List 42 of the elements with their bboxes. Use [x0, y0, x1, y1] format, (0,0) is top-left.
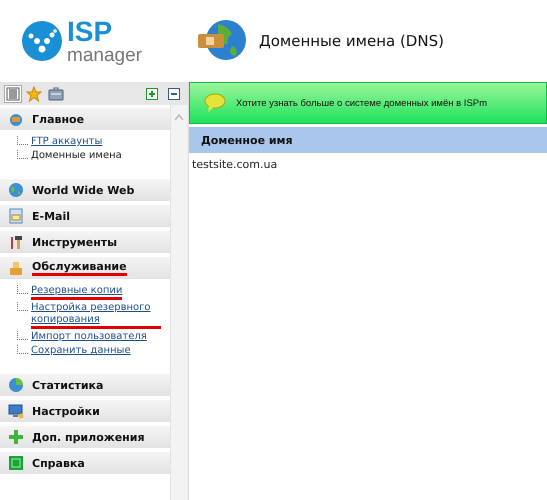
globe-icon [8, 182, 24, 198]
sidebar-section-header[interactable]: Инструменты [0, 231, 170, 254]
list-tab[interactable] [4, 84, 22, 102]
sidebar-section-header[interactable]: Доп. приложения [0, 426, 170, 449]
mail-icon [8, 208, 24, 224]
sidebar-link[interactable]: Резервные копии [31, 285, 122, 300]
sidebar-link[interactable]: Импорт пользователя [31, 331, 147, 343]
sidebar-link[interactable]: FTP аккаунты [31, 136, 102, 148]
sidebar-section-header[interactable]: Справка [0, 452, 170, 475]
boxes-icon [8, 260, 24, 276]
sidebar-section-header[interactable]: Настройки [0, 400, 170, 423]
section-title: Инструменты [32, 236, 118, 248]
logo-icon [22, 21, 62, 61]
section-title: Настройки [32, 404, 100, 418]
monitor-icon [8, 403, 24, 419]
speech-bubble-icon [204, 93, 226, 113]
tools-icon [8, 234, 24, 250]
home-icon [8, 111, 24, 127]
pie-chart-icon [8, 377, 24, 393]
column-header[interactable]: Доменное имя [201, 134, 293, 146]
sidebar-section-header[interactable]: Главное [0, 108, 170, 131]
sidebar-item[interactable]: Доменные имена [31, 150, 122, 162]
logo-brand: ISP [67, 18, 114, 46]
sidebar-section-header[interactable]: E-Mail [0, 205, 170, 228]
sidebar-section-header[interactable]: Статистика [0, 374, 170, 397]
page-title: Доменные имена (DNS) [259, 32, 444, 50]
sidebar-link[interactable]: Сохранить данные [31, 345, 131, 357]
section-title: E-Mail [32, 210, 70, 222]
help-icon [8, 455, 24, 471]
sidebar-section-header[interactable]: World Wide Web [0, 179, 170, 202]
section-title: Справка [32, 456, 85, 470]
section-title: World Wide Web [32, 184, 134, 196]
table-cell: testsite.com.ua [192, 158, 278, 171]
plus-icon [8, 429, 24, 445]
sidebar-section-header[interactable]: Обслуживание [0, 257, 170, 280]
sidebar-link[interactable]: Настройка резервного копирования [31, 302, 161, 329]
section-title: Доп. приложения [32, 430, 145, 444]
section-title: Статистика [32, 378, 104, 392]
section-title: Обслуживание [32, 260, 127, 276]
banner-text: Хотите узнать больше о системе доменных имён в ISPm [236, 98, 488, 108]
section-title: Главное [32, 112, 84, 126]
logo-product: manager [67, 46, 142, 64]
